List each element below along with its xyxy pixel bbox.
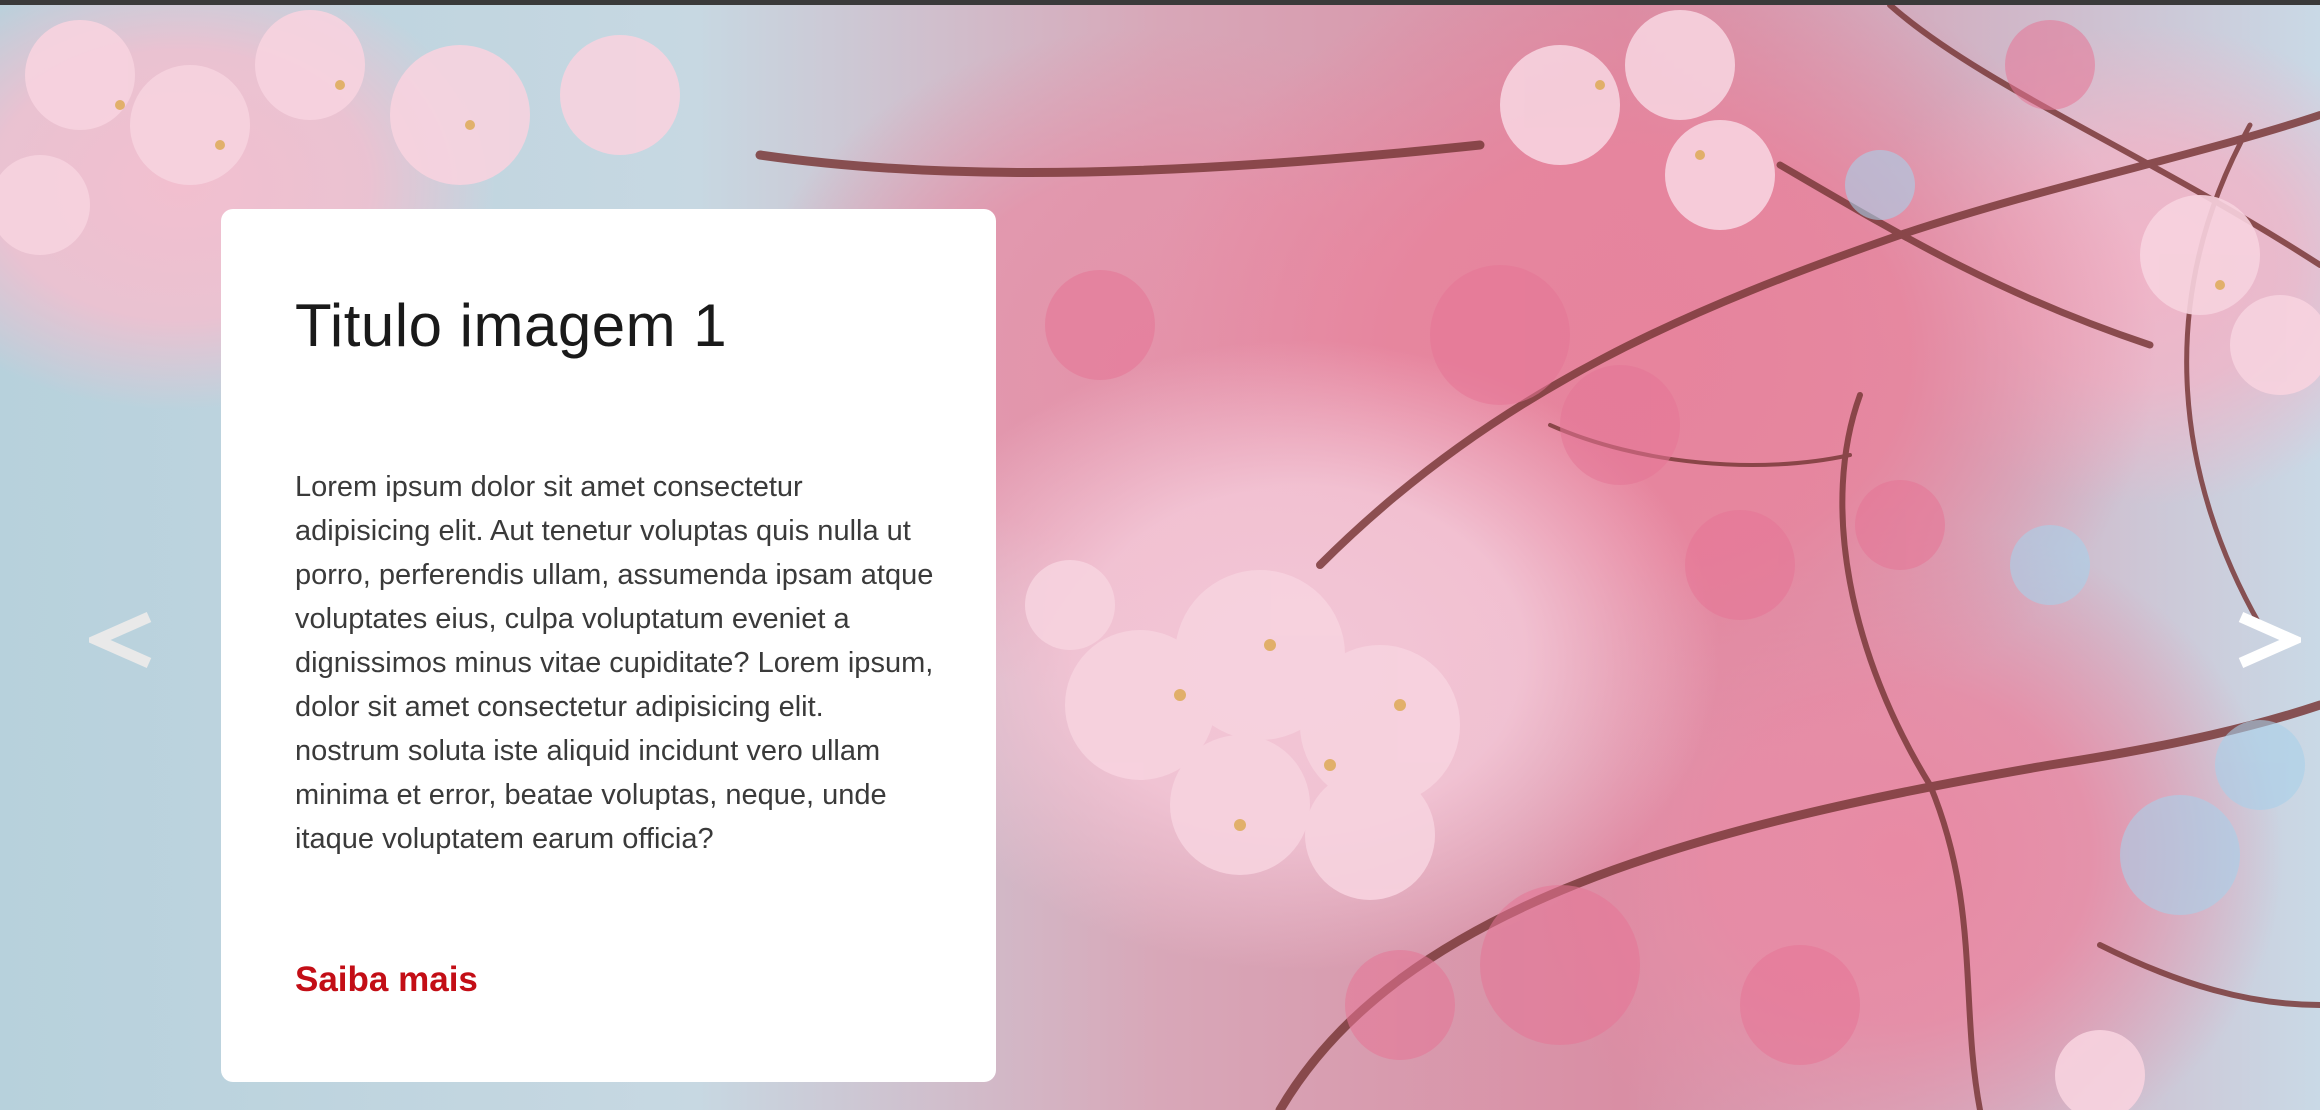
previous-slide-button[interactable] <box>82 590 162 690</box>
next-slide-button[interactable] <box>2228 590 2308 690</box>
slide-caption-card: Titulo imagem 1 Lorem ipsum dolor sit am… <box>221 209 996 1082</box>
learn-more-link[interactable]: Saiba mais <box>295 960 478 1000</box>
top-bar <box>0 0 2320 5</box>
slide-description: Lorem ipsum dolor sit amet consectetur a… <box>295 471 934 855</box>
slide-title: Titulo imagem 1 <box>295 292 728 359</box>
chevron-left-icon <box>89 611 152 669</box>
chevron-right-icon <box>2238 611 2301 669</box>
